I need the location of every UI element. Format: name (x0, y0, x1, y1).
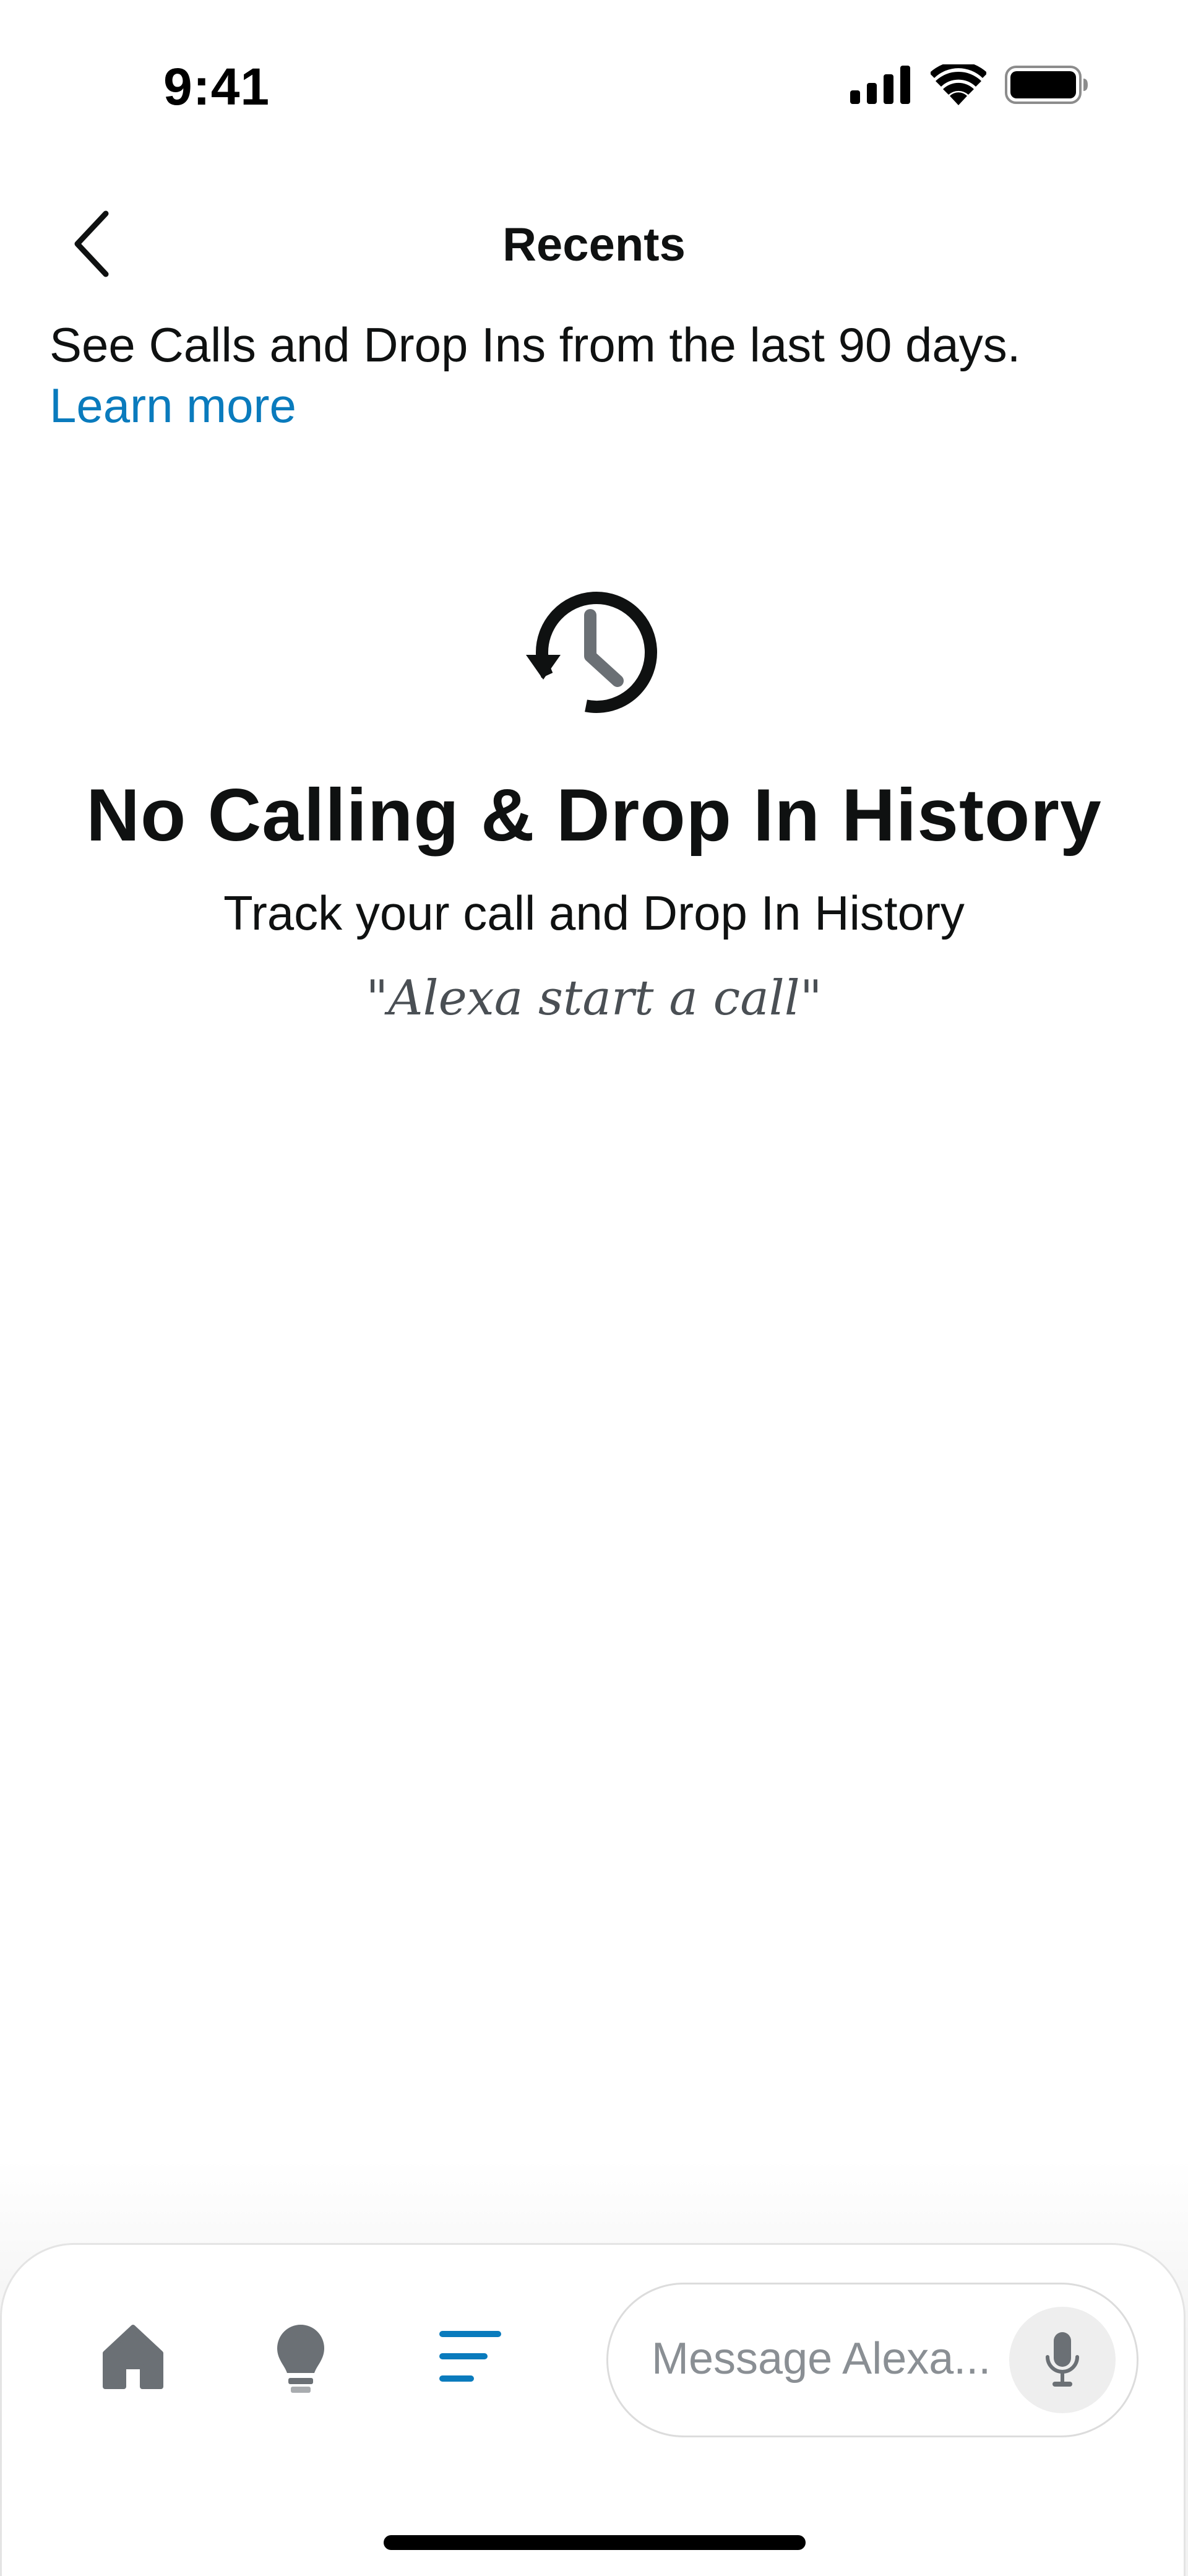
page-title: Recents (502, 218, 686, 271)
message-alexa-bar[interactable] (606, 2283, 1138, 2437)
wifi-icon (931, 64, 986, 105)
empty-state-hint: "Alexa start a call" (366, 970, 822, 1026)
status-time: 9:41 (163, 58, 270, 116)
empty-state-subtitle: Track your call and Drop In History (223, 886, 965, 940)
empty-state-title: No Calling & Drop In History (86, 774, 1102, 857)
status-icons (850, 64, 1089, 105)
home-indicator (384, 2535, 806, 2550)
cellular-signal-icon (850, 66, 910, 104)
recents-screen: 9:41 Recents See Calls and Drop Ins from… (0, 0, 1188, 2576)
lightbulb-icon[interactable] (275, 2322, 327, 2395)
intro-section: See Calls and Drop Ins from the last 90 … (50, 314, 1151, 436)
home-icon[interactable] (99, 2322, 167, 2390)
mic-button[interactable] (1009, 2307, 1116, 2413)
history-clock-icon (526, 592, 657, 713)
message-alexa-input[interactable] (652, 2315, 998, 2402)
battery-icon (1005, 66, 1088, 104)
menu-lines-icon[interactable] (438, 2328, 502, 2384)
intro-text: See Calls and Drop Ins from the last 90 … (50, 318, 1021, 372)
microphone-icon (1046, 2332, 1079, 2387)
learn-more-link[interactable]: Learn more (50, 375, 296, 436)
